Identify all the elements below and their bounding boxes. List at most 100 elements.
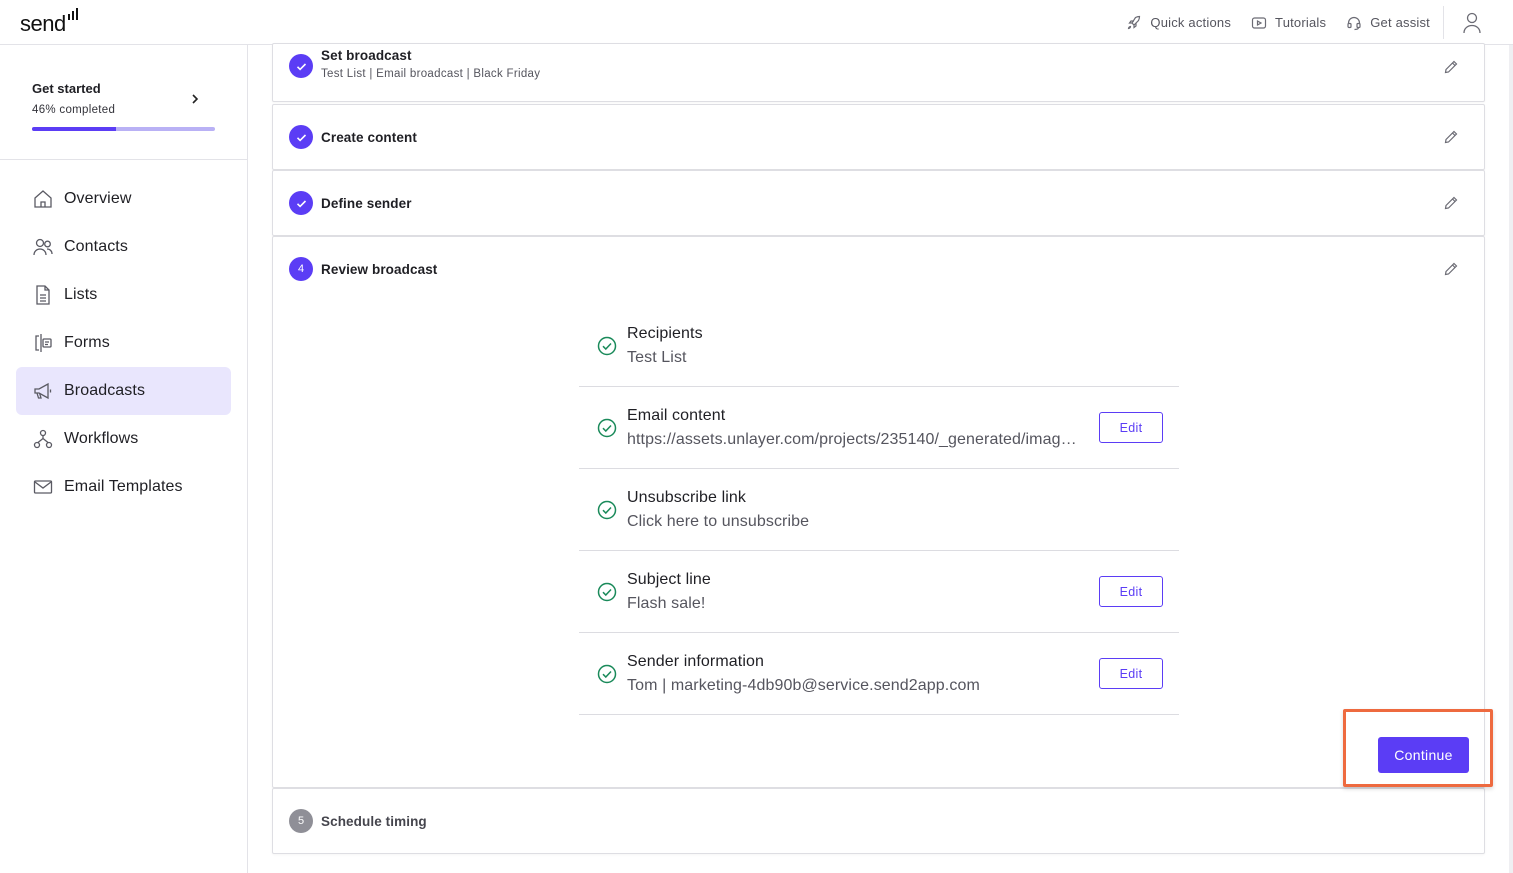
- step-complete-badge: [289, 191, 313, 215]
- review-label: Recipients: [627, 325, 703, 342]
- step-define-sender[interactable]: Define sender: [272, 170, 1485, 236]
- pencil-icon[interactable]: [1443, 261, 1459, 277]
- review-row-email-content: Email content https://assets.unlayer.com…: [579, 387, 1179, 469]
- check-circle-icon: [597, 582, 617, 602]
- review-value: Tom | marketing-4db90b@service.send2app.…: [627, 677, 980, 694]
- headset-icon: [1347, 16, 1361, 30]
- step-title: Define sender: [321, 195, 412, 211]
- check-circle-icon: [597, 418, 617, 438]
- pencil-icon[interactable]: [1443, 129, 1459, 145]
- step-review-broadcast: 4 Review broadcast Recipients Test List …: [272, 236, 1485, 788]
- sidebar-item-label: Contacts: [64, 238, 128, 255]
- review-row-unsubscribe-link: Unsubscribe link Click here to unsubscri…: [579, 469, 1179, 551]
- sidebar-item-workflows[interactable]: Workflows: [16, 415, 231, 463]
- header-divider: [1443, 6, 1444, 39]
- sidebar-item-forms[interactable]: Forms: [16, 319, 231, 367]
- send-logo[interactable]: send: [20, 6, 78, 36]
- step-complete-badge: [289, 54, 313, 78]
- get-assist-button[interactable]: Get assist: [1346, 15, 1430, 31]
- review-value: Click here to unsubscribe: [627, 513, 810, 530]
- chevron-right-icon: [192, 94, 199, 104]
- review-row-sender-information: Sender information Tom | marketing-4db90…: [579, 633, 1179, 715]
- pencil-icon[interactable]: [1443, 195, 1459, 211]
- quick-actions-button[interactable]: Quick actions: [1126, 15, 1231, 31]
- sidebar-nav: Overview Contacts Lists Forms Broadcasts: [16, 175, 231, 511]
- review-label: Unsubscribe link: [627, 489, 746, 506]
- review-row-recipients: Recipients Test List: [579, 305, 1179, 387]
- review-value: https://assets.unlayer.com/projects/2351…: [627, 431, 1079, 448]
- list-icon: [36, 285, 50, 305]
- logo-signal-icon: [67, 8, 78, 20]
- step-subtitle: Test List | Email broadcast | Black Frid…: [321, 68, 541, 80]
- step-title: Review broadcast: [321, 261, 438, 277]
- step-set-broadcast[interactable]: Set broadcast Test List | Email broadcas…: [272, 43, 1485, 102]
- sidebar-item-label: Email Templates: [64, 478, 183, 495]
- check-icon: [296, 133, 306, 142]
- top-bar: send Quick actions Tutorials Get assist: [0, 0, 1513, 45]
- sidebar-item-broadcasts[interactable]: Broadcasts: [16, 367, 231, 415]
- get-started-card[interactable]: Get started 46% completed: [0, 45, 247, 160]
- step-schedule-timing[interactable]: 5 Schedule timing: [272, 788, 1485, 854]
- check-circle-icon: [597, 336, 617, 356]
- review-summary-list: Recipients Test List Email content https…: [579, 305, 1179, 715]
- mail-icon: [33, 480, 53, 494]
- get-started-progress-text: 46% completed: [32, 104, 116, 116]
- play-icon: [1251, 16, 1267, 29]
- step-header: 5 Schedule timing: [289, 809, 427, 833]
- review-label: Sender information: [627, 653, 764, 670]
- sidebar-item-label: Overview: [64, 190, 132, 207]
- sidebar-item-label: Forms: [64, 334, 110, 351]
- step-title: Set broadcast: [321, 47, 412, 63]
- get-started-title: Get started: [32, 81, 101, 96]
- quick-actions-label: Quick actions: [1150, 15, 1232, 30]
- step-title: Create content: [321, 129, 417, 145]
- step-number-badge: 4: [289, 257, 313, 281]
- get-started-progress-bar: [32, 127, 215, 131]
- review-value: Flash sale!: [627, 595, 706, 612]
- sidebar: Get started 46% completed Overview Conta…: [0, 45, 248, 873]
- edit-subject-line-button[interactable]: Edit: [1099, 576, 1163, 607]
- get-started-progress-fill: [32, 127, 117, 131]
- step-header: Create content: [289, 125, 417, 149]
- home-icon: [34, 190, 52, 208]
- check-icon: [296, 199, 306, 208]
- get-assist-label: Get assist: [1370, 15, 1430, 30]
- continue-highlight: Continue: [1343, 709, 1493, 787]
- sidebar-item-email-templates[interactable]: Email Templates: [16, 463, 231, 511]
- sidebar-item-overview[interactable]: Overview: [16, 175, 231, 223]
- step-header: Define sender: [289, 191, 412, 215]
- tutorials-button[interactable]: Tutorials: [1251, 15, 1326, 31]
- check-circle-icon: [597, 500, 617, 520]
- contacts-icon: [33, 238, 53, 256]
- scrollbar[interactable]: [1509, 45, 1513, 873]
- step-create-content[interactable]: Create content: [272, 104, 1485, 170]
- review-label: Subject line: [627, 571, 711, 588]
- pencil-icon[interactable]: [1443, 59, 1459, 75]
- workflow-icon: [33, 429, 53, 449]
- sidebar-item-lists[interactable]: Lists: [16, 271, 231, 319]
- edit-email-content-button[interactable]: Edit: [1099, 412, 1163, 443]
- sidebar-item-label: Lists: [64, 286, 98, 303]
- review-value: Test List: [627, 349, 687, 366]
- sidebar-item-label: Broadcasts: [64, 382, 146, 399]
- review-label: Email content: [627, 407, 726, 424]
- megaphone-icon: [34, 382, 52, 400]
- step-header: 4 Review broadcast: [289, 257, 437, 281]
- rocket-icon: [1128, 15, 1141, 29]
- step-complete-badge: [289, 125, 313, 149]
- check-icon: [296, 62, 306, 71]
- forms-icon: [35, 334, 52, 352]
- logo-text: send: [20, 11, 66, 36]
- sidebar-item-label: Workflows: [64, 430, 139, 447]
- edit-sender-information-button[interactable]: Edit: [1099, 658, 1163, 689]
- tutorials-label: Tutorials: [1275, 15, 1327, 30]
- review-row-subject-line: Subject line Flash sale! Edit: [579, 551, 1179, 633]
- check-circle-icon: [597, 664, 617, 684]
- sidebar-item-contacts[interactable]: Contacts: [16, 223, 231, 271]
- main-content: Set broadcast Test List | Email broadcas…: [248, 43, 1513, 873]
- step-title: Schedule timing: [321, 813, 427, 829]
- continue-button[interactable]: Continue: [1378, 737, 1469, 773]
- user-icon[interactable]: [1463, 12, 1481, 34]
- step-number-badge: 5: [289, 809, 313, 833]
- header-actions: Quick actions Tutorials Get assist: [1126, 0, 1430, 45]
